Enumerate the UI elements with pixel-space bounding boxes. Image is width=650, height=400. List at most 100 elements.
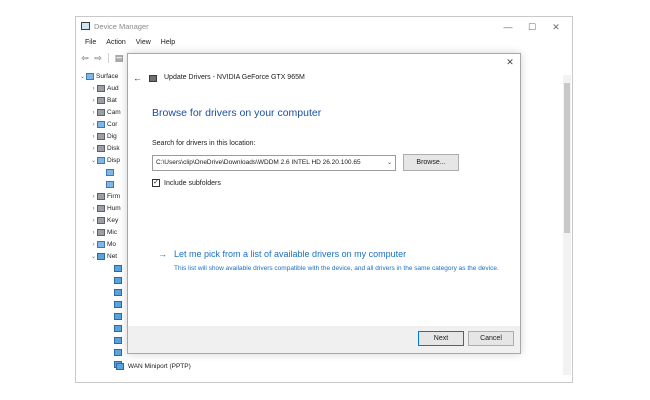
arrow-right-icon[interactable]: →	[158, 249, 167, 259]
network-adapter-icon	[116, 363, 124, 370]
keyboard-icon	[97, 217, 105, 224]
chevron-down-icon[interactable]: ⌄	[90, 157, 97, 164]
tree-item-label: Bat	[107, 97, 117, 104]
dialog-close-icon[interactable]: ✕	[505, 57, 515, 67]
tree-item-cameras[interactable]: › Cam	[90, 107, 121, 118]
tree-item-hid[interactable]: › Hum	[90, 203, 121, 214]
tree-item-keyboards[interactable]: › Key	[90, 215, 118, 226]
tree-item-label: Hum	[107, 205, 121, 212]
tree-item-audio[interactable]: › Aud	[90, 83, 119, 94]
battery-icon	[97, 97, 105, 104]
chevron-right-icon[interactable]: ›	[90, 98, 97, 104]
chevron-right-icon[interactable]: ›	[90, 110, 97, 116]
include-subfolders-label[interactable]: Include subfolders	[164, 180, 221, 187]
minimize-button[interactable]: —	[496, 20, 520, 34]
network-adapter-icon	[114, 301, 122, 308]
cancel-button[interactable]: Cancel	[468, 331, 514, 346]
properties-icon[interactable]: ▤	[114, 53, 124, 63]
network-adapter-icon	[114, 289, 122, 296]
tree-item-label: Aud	[107, 85, 119, 92]
tree-root[interactable]: ⌄ Surface	[79, 71, 118, 82]
maximize-button[interactable]: ☐	[520, 20, 544, 34]
tree-item-digitizers[interactable]: › Dig	[90, 131, 117, 142]
tree-child-network[interactable]	[114, 287, 124, 298]
tree-child-network[interactable]	[114, 311, 124, 322]
tree-child-network[interactable]	[114, 323, 124, 334]
network-adapter-icon	[114, 265, 122, 272]
hid-icon	[97, 205, 105, 212]
tree-item-network[interactable]: ⌄ Net	[90, 251, 117, 262]
device-manager-icon	[81, 22, 90, 30]
window-controls: — ☐ ✕	[496, 20, 568, 34]
menu-file[interactable]: File	[80, 37, 101, 50]
tree-item-batteries[interactable]: › Bat	[90, 95, 117, 106]
tree-item-mice[interactable]: › Mic	[90, 227, 117, 238]
chevron-right-icon[interactable]: ›	[90, 146, 97, 152]
chevron-down-icon[interactable]: ⌄	[387, 159, 392, 166]
firmware-icon	[97, 193, 105, 200]
tree-child-network[interactable]	[114, 347, 124, 358]
tree-item-computer[interactable]: › Cor	[90, 119, 117, 130]
network-adapter-icon	[114, 325, 122, 332]
chevron-right-icon[interactable]: ›	[90, 206, 97, 212]
monitor-icon	[97, 121, 105, 128]
include-subfolders-checkbox[interactable]: ✓	[152, 179, 160, 187]
tree-item-label: Key	[107, 217, 119, 224]
tree-item-label: Net	[107, 253, 118, 260]
chevron-right-icon[interactable]: ›	[90, 122, 97, 128]
chevron-right-icon[interactable]: ›	[90, 218, 97, 224]
speaker-icon	[97, 85, 105, 92]
tree-root-label: Surface	[96, 73, 119, 80]
chevron-down-icon[interactable]: ⌄	[79, 73, 86, 80]
tree-item-label: Mic	[107, 229, 118, 236]
dialog-footer: Next Cancel	[128, 326, 520, 353]
pick-from-list-description: This list will show available drivers co…	[174, 265, 499, 272]
network-icon	[97, 253, 105, 260]
chevron-right-icon[interactable]: ›	[90, 86, 97, 92]
tree-child-network[interactable]	[114, 275, 124, 286]
menu-action[interactable]: Action	[101, 37, 130, 50]
chevron-right-icon[interactable]: ›	[90, 134, 97, 140]
vertical-scrollbar[interactable]	[563, 75, 571, 375]
include-subfolders-option[interactable]: ✓ Include subfolders	[152, 179, 221, 187]
tree-item-display[interactable]: ⌄ Disp	[90, 155, 120, 166]
driver-path-combobox[interactable]: C:\Users\clip\OneDrive\Downloads\WDDM 2.…	[152, 155, 396, 171]
menu-help[interactable]: Help	[156, 37, 180, 50]
search-location-label: Search for drivers in this location:	[152, 140, 256, 147]
chevron-down-icon[interactable]: ⌄	[90, 253, 97, 260]
device-tree: ⌄ Surface › Aud › Bat › Cam › Cor › Dig	[76, 67, 129, 382]
chevron-right-icon[interactable]: ›	[90, 194, 97, 200]
tree-item-firmware[interactable]: › Firm	[90, 191, 120, 202]
tree-child-network[interactable]	[114, 299, 124, 310]
tree-item-label: Firm	[107, 193, 120, 200]
menu-bar: File Action View Help	[76, 37, 572, 50]
tree-item-label: Mo	[107, 241, 117, 248]
forward-arrow-icon[interactable]: ⇨	[93, 53, 103, 63]
page-heading: Browse for drivers on your computer	[152, 107, 322, 119]
back-arrow-icon[interactable]: ←	[133, 73, 142, 83]
next-button[interactable]: Next	[418, 331, 464, 346]
tree-item-disk[interactable]: › Disk	[90, 143, 120, 154]
back-arrow-icon[interactable]: ⇦	[80, 53, 90, 63]
close-button[interactable]: ✕	[544, 20, 568, 34]
tree-item-label: Dig	[107, 133, 117, 140]
tree-item-monitors[interactable]: › Mo	[90, 239, 116, 250]
monitor-icon	[97, 157, 105, 164]
tree-child-network[interactable]	[114, 335, 124, 346]
tree-item-wan-pptp[interactable]: WAN Miniport (PPTP)	[116, 363, 191, 374]
network-adapter-icon	[114, 349, 122, 356]
tree-item-label: Disk	[107, 145, 120, 152]
browse-button[interactable]: Browse...	[403, 154, 459, 171]
camera-icon	[97, 109, 105, 116]
chevron-right-icon[interactable]: ›	[90, 242, 97, 248]
tree-child-display[interactable]	[106, 179, 116, 190]
tree-child-network[interactable]	[114, 263, 124, 274]
chevron-right-icon[interactable]: ›	[90, 230, 97, 236]
tree-item-label: Disp	[107, 157, 121, 164]
scrollbar-thumb[interactable]	[564, 83, 570, 233]
menu-view[interactable]: View	[131, 37, 156, 50]
pick-from-list-label[interactable]: Let me pick from a list of available dri…	[174, 249, 406, 259]
pick-from-list-link[interactable]: → Let me pick from a list of available d…	[158, 249, 406, 259]
driver-path-value[interactable]: C:\Users\clip\OneDrive\Downloads\WDDM 2.…	[156, 159, 361, 166]
tree-child-display[interactable]	[106, 167, 116, 178]
